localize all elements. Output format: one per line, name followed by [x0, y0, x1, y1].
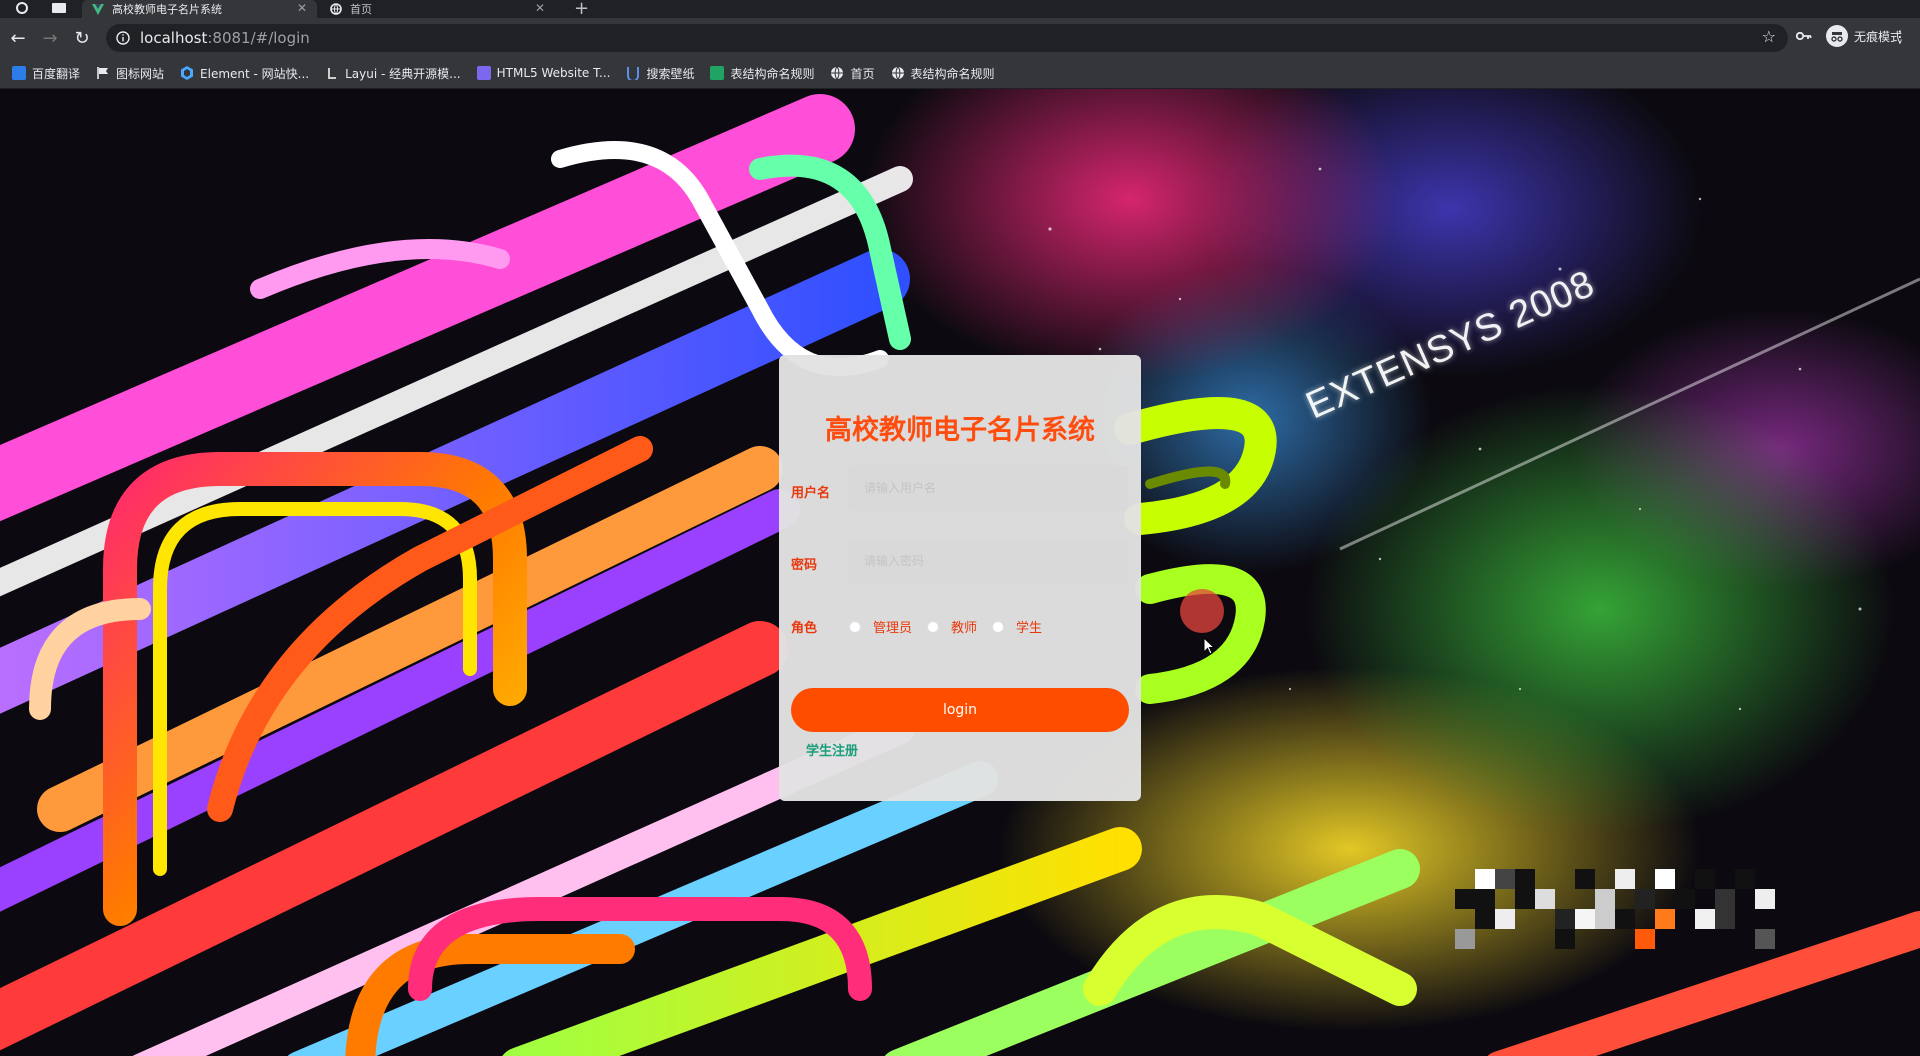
incognito-icon [1826, 25, 1848, 47]
bookmark-table-naming-2[interactable]: 表结构命名规则 [891, 65, 995, 82]
layui-icon [328, 68, 337, 79]
tab-title: 高校教师电子名片系统 [112, 3, 222, 16]
wallpaper-icon [627, 67, 640, 80]
username-label: 用户名 [791, 486, 831, 501]
page-viewport: EXTENSYS 2008 高校教师电子名片系统 用户名 密码 角色 [0, 89, 1920, 1056]
password-input[interactable] [848, 538, 1128, 584]
radio-circle[interactable] [927, 620, 939, 633]
bookmark-label: 百度翻译 [32, 66, 81, 81]
url-host: localhost [140, 29, 208, 47]
back-icon[interactable]: ← [2, 22, 34, 54]
bookmark-label: 表结构命名规则 [910, 66, 995, 81]
globe-icon [831, 66, 844, 80]
role-option-label: 教师 [951, 621, 978, 636]
flag-icon [97, 67, 109, 79]
close-icon[interactable]: ✕ [535, 1, 545, 15]
bookmark-html5[interactable]: HTML5 Website T... [476, 66, 611, 80]
incognito-badge[interactable]: 无痕模式 [1796, 25, 1902, 47]
window-icon[interactable] [52, 3, 66, 13]
page-title: 高校教师电子名片系统 [825, 415, 1095, 446]
login-card: 高校教师电子名片系统 用户名 密码 角色 管理员 教师 学生 login 学生注… [779, 355, 1141, 801]
role-option-label: 管理员 [873, 621, 913, 636]
role-option-teacher[interactable]: 教师 [927, 617, 977, 636]
sheet-icon [710, 66, 725, 80]
globe-icon [891, 66, 904, 80]
tab-home[interactable]: 首页 ✕ [320, 0, 555, 18]
bookmark-icon-site[interactable]: 图标网站 [96, 65, 164, 82]
radio-circle[interactable] [849, 620, 861, 633]
password-label: 密码 [791, 558, 818, 573]
tab-login[interactable]: 高校教师电子名片系统 ✕ [82, 0, 317, 18]
address-bar[interactable]: localhost:8081/#/login ☆ [106, 24, 1788, 52]
new-tab-icon[interactable]: + [574, 0, 589, 19]
info-icon[interactable] [116, 31, 130, 45]
element-icon [181, 66, 194, 80]
role-radio-group: 管理员 教师 学生 [849, 617, 1129, 636]
bookmark-label: Layui - 经典开源模... [345, 66, 461, 81]
bookmark-label: HTML5 Website T... [496, 66, 611, 80]
username-input[interactable] [848, 465, 1128, 511]
bookmark-home[interactable]: 首页 [830, 65, 875, 82]
vue-icon [92, 3, 104, 15]
globe-icon [330, 3, 342, 15]
role-option-label: 学生 [1016, 621, 1043, 636]
bookmark-label: 图标网站 [116, 66, 165, 81]
bookmark-layui[interactable]: Layui - 经典开源模... [325, 65, 461, 82]
key-icon[interactable] [1796, 31, 1812, 41]
tab-strip: 高校教师电子名片系统 ✕ 首页 ✕ + [0, 0, 1920, 19]
bookmark-label: 搜索壁纸 [646, 66, 695, 81]
radio-circle[interactable] [992, 620, 1004, 633]
role-label: 角色 [791, 621, 818, 636]
forward-icon[interactable]: → [34, 22, 66, 54]
tab-search-icon[interactable] [14, 1, 30, 15]
mouse-cursor-highlight [1180, 589, 1224, 633]
role-option-student[interactable]: 学生 [992, 617, 1042, 636]
bookmark-label: Element - 网站快... [200, 66, 310, 81]
login-button[interactable]: login [791, 688, 1129, 732]
star-icon[interactable]: ☆ [1762, 27, 1776, 46]
bookmark-baidu-translate[interactable]: 百度翻译 [12, 65, 80, 82]
bookmark-element[interactable]: Element - 网站快... [180, 65, 309, 82]
bookmark-wallpaper[interactable]: 搜索壁纸 [626, 65, 694, 82]
close-icon[interactable]: ✕ [297, 1, 307, 15]
mouse-cursor-icon [1203, 637, 1215, 655]
url-path: :8081/#/login [207, 29, 310, 47]
pixelated-logo [1455, 869, 1775, 949]
bookmark-table-naming[interactable]: 表结构命名规则 [710, 65, 814, 82]
bookmark-label: 表结构命名规则 [730, 66, 815, 81]
role-option-admin[interactable]: 管理员 [849, 617, 912, 636]
tab-title: 首页 [350, 3, 372, 16]
bookmarks-bar: 百度翻译 图标网站 Element - 网站快... Layui - 经典开源模… [0, 58, 1920, 89]
html5-icon [476, 66, 491, 80]
browser-toolbar: ← → ↻ localhost:8081/#/login ☆ 无痕模式 ⋮ [0, 18, 1920, 58]
translate-icon [12, 66, 26, 80]
student-register-link[interactable]: 学生注册 [806, 740, 858, 759]
menu-icon[interactable]: ⋮ [1892, 27, 1908, 46]
bookmark-label: 首页 [850, 66, 875, 81]
reload-icon[interactable]: ↻ [66, 22, 98, 54]
